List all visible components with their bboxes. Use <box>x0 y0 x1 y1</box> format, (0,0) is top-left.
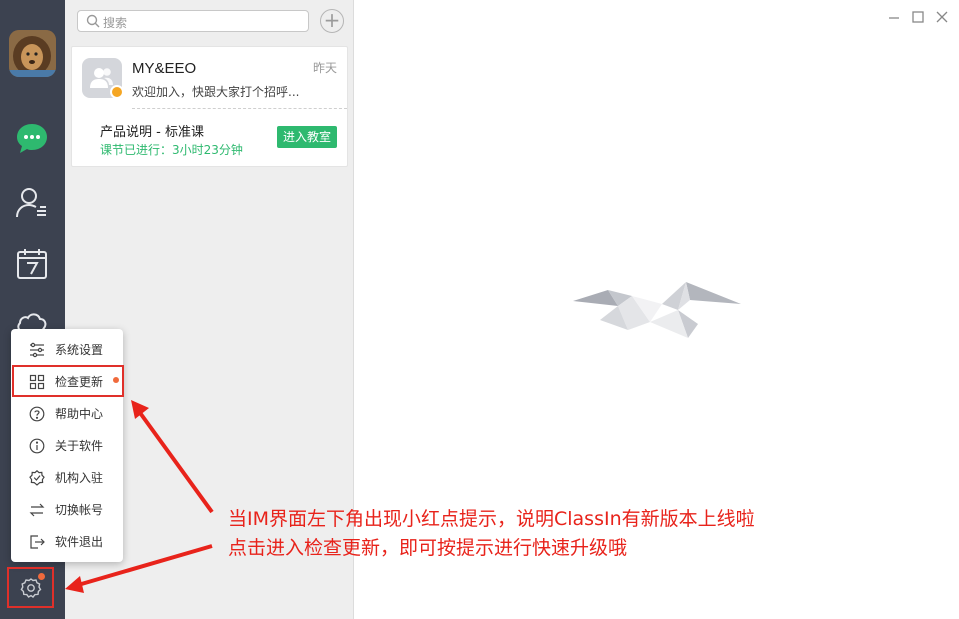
course-status: 课节已进行：3小时23分钟 <box>100 143 243 157</box>
enter-classroom-button[interactable]: 进入教室 <box>277 126 337 148</box>
star-badge-icon <box>110 85 124 99</box>
sliders-icon <box>30 342 44 358</box>
chat-icon[interactable] <box>14 121 50 157</box>
window-controls <box>887 10 949 24</box>
annotation-text: 当IM界面左下角出现小红点提示，说明ClassIn有新版本上线啦 点击进入检查更… <box>228 505 755 563</box>
menu-item-label: 机构入驻 <box>55 471 104 485</box>
settings-menu: 系统设置 检查更新 帮助中心 关于软件 机构入驻 切换帐号 软件退出 <box>11 329 124 562</box>
conversation-card[interactable]: MY&EEO 昨天 欢迎加入，快跟大家打个招呼... 产品说明 - 标准课 课节… <box>71 46 348 167</box>
conversation-last-message: 欢迎加入，快跟大家打个招呼... <box>132 85 300 99</box>
close-icon[interactable] <box>935 10 949 24</box>
contacts-icon[interactable] <box>14 185 50 221</box>
annotation-line-1: 当IM界面左下角出现小红点提示，说明ClassIn有新版本上线啦 <box>228 508 755 530</box>
update-red-dot <box>113 377 119 383</box>
info-icon <box>29 438 45 454</box>
exit-icon <box>30 535 45 549</box>
gear-red-dot <box>38 573 45 580</box>
help-icon <box>29 406 45 422</box>
maximize-icon[interactable] <box>911 10 925 24</box>
menu-item-institution-join[interactable]: 机构入驻 <box>11 462 123 492</box>
plus-icon: + <box>323 8 341 32</box>
minimize-icon[interactable] <box>887 10 901 24</box>
annotation-line-2: 点击进入检查更新，即可按提示进行快速升级哦 <box>228 537 628 559</box>
menu-item-switch-account[interactable]: 切换帐号 <box>11 494 123 524</box>
conversation-name: MY&EEO <box>132 60 197 77</box>
user-avatar[interactable] <box>9 30 56 77</box>
menu-item-label: 系统设置 <box>55 343 104 357</box>
settings-button[interactable] <box>7 567 54 608</box>
grid-icon <box>29 374 45 390</box>
search-input[interactable]: 搜索 <box>77 10 309 32</box>
divider <box>132 108 347 109</box>
add-button[interactable]: + <box>320 9 344 33</box>
seagull-logo-icon <box>570 276 745 344</box>
menu-item-exit[interactable]: 软件退出 <box>11 526 123 556</box>
calendar-icon[interactable] <box>14 246 50 282</box>
search-placeholder: 搜索 <box>103 16 128 30</box>
menu-item-label: 关于软件 <box>55 439 104 453</box>
menu-item-system-settings[interactable]: 系统设置 <box>11 334 123 364</box>
menu-item-help-center[interactable]: 帮助中心 <box>11 398 123 428</box>
conversation-time: 昨天 <box>312 61 337 75</box>
menu-item-label: 检查更新 <box>55 375 104 389</box>
search-icon <box>86 14 100 28</box>
menu-item-check-update[interactable]: 检查更新 <box>12 365 124 397</box>
menu-item-label: 软件退出 <box>55 535 104 549</box>
gear-icon <box>20 578 42 598</box>
menu-item-label: 切换帐号 <box>55 503 104 517</box>
menu-item-about[interactable]: 关于软件 <box>11 430 123 460</box>
course-title: 产品说明 - 标准课 <box>100 125 204 140</box>
switch-icon <box>29 503 45 517</box>
menu-item-label: 帮助中心 <box>55 407 104 421</box>
badge-icon <box>29 470 45 486</box>
